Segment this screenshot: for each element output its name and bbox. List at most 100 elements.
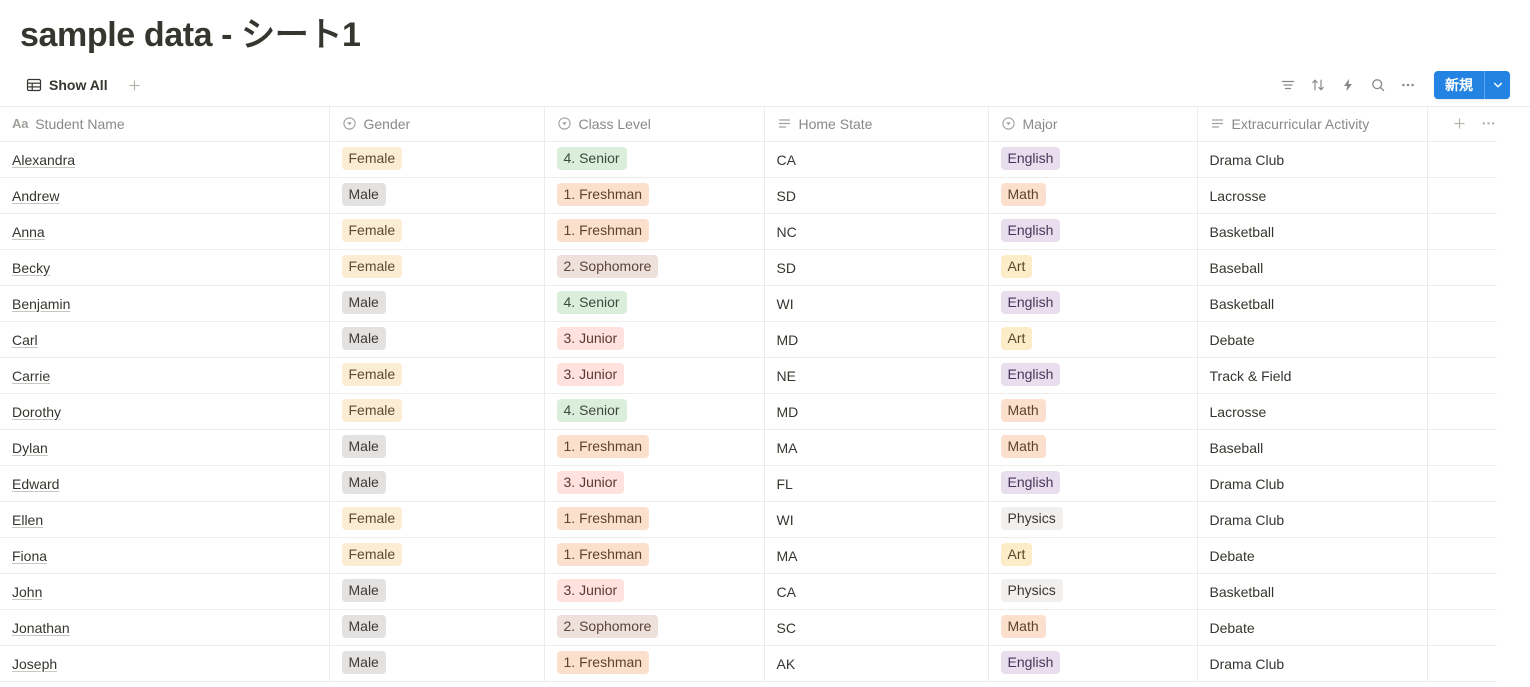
cell-class-level[interactable]: 4. Senior xyxy=(544,141,765,178)
table-row[interactable]: Anna Female 1. Freshman NC English Basketball xyxy=(0,213,1497,250)
row-title-link[interactable]: Benjamin xyxy=(12,296,70,312)
cell-gender[interactable]: Female xyxy=(329,141,545,178)
cell-class-level[interactable]: 3. Junior xyxy=(544,321,765,358)
cell-student-name[interactable]: Joseph xyxy=(0,645,330,682)
cell-major[interactable]: Math xyxy=(988,609,1198,646)
table-row[interactable]: Fiona Female 1. Freshman MA Art Debate xyxy=(0,537,1497,574)
table-row[interactable]: Edward Male 3. Junior FL English Drama Club xyxy=(0,465,1497,502)
cell-class-level[interactable]: 1. Freshman xyxy=(544,645,765,682)
row-title-link[interactable]: Joseph xyxy=(12,656,57,672)
cell-class-level[interactable]: 1. Freshman xyxy=(544,177,765,214)
cell-gender[interactable]: Female xyxy=(329,393,545,430)
cell-student-name[interactable]: Anna xyxy=(0,213,330,250)
add-column-button[interactable] xyxy=(1452,116,1467,131)
cell-home-state[interactable]: MA xyxy=(764,537,989,574)
table-row[interactable]: Ellen Female 1. Freshman WI Physics Drama Clu… xyxy=(0,501,1497,538)
column-header-home-state[interactable]: Home State xyxy=(764,106,989,142)
cell-gender[interactable]: Female xyxy=(329,249,545,286)
cell-student-name[interactable]: Ellen xyxy=(0,501,330,538)
row-title-link[interactable]: Carrie xyxy=(12,368,50,384)
row-title-link[interactable]: John xyxy=(12,584,42,600)
row-title-link[interactable]: Dylan xyxy=(12,440,48,456)
cell-student-name[interactable]: Edward xyxy=(0,465,330,502)
lightning-icon[interactable] xyxy=(1334,71,1362,99)
view-tab-show-all[interactable]: Show All xyxy=(20,70,114,100)
cell-home-state[interactable]: MD xyxy=(764,321,989,358)
cell-major[interactable]: Art xyxy=(988,537,1198,574)
cell-gender[interactable]: Female xyxy=(329,537,545,574)
cell-activity[interactable]: Drama Club xyxy=(1197,465,1428,502)
cell-home-state[interactable]: SD xyxy=(764,249,989,286)
cell-major[interactable]: Art xyxy=(988,249,1198,286)
cell-gender[interactable]: Male xyxy=(329,177,545,214)
table-row[interactable]: John Male 3. Junior CA Physics Basketball xyxy=(0,573,1497,610)
table-row[interactable]: Becky Female 2. Sophomore SD Art Baseball xyxy=(0,249,1497,286)
cell-student-name[interactable]: Andrew xyxy=(0,177,330,214)
cell-major[interactable]: English xyxy=(988,465,1198,502)
table-row[interactable]: Benjamin Male 4. Senior WI English Basketball xyxy=(0,285,1497,322)
cell-student-name[interactable]: Carrie xyxy=(0,357,330,394)
cell-home-state[interactable]: SD xyxy=(764,177,989,214)
row-title-link[interactable]: Becky xyxy=(12,260,50,276)
cell-home-state[interactable]: FL xyxy=(764,465,989,502)
cell-activity[interactable]: Debate xyxy=(1197,321,1428,358)
column-header-major[interactable]: Major xyxy=(988,106,1198,142)
row-title-link[interactable]: Carl xyxy=(12,332,38,348)
cell-student-name[interactable]: Becky xyxy=(0,249,330,286)
cell-activity[interactable]: Debate xyxy=(1197,537,1428,574)
cell-major[interactable]: English xyxy=(988,357,1198,394)
cell-home-state[interactable]: SC xyxy=(764,609,989,646)
cell-major[interactable]: English xyxy=(988,141,1198,178)
table-row[interactable]: Dylan Male 1. Freshman MA Math Baseball xyxy=(0,429,1497,466)
cell-gender[interactable]: Male xyxy=(329,573,545,610)
cell-student-name[interactable]: Benjamin xyxy=(0,285,330,322)
column-header-class-level[interactable]: Class Level xyxy=(544,106,765,142)
cell-home-state[interactable]: MD xyxy=(764,393,989,430)
cell-home-state[interactable]: NE xyxy=(764,357,989,394)
filter-icon[interactable] xyxy=(1274,71,1302,99)
cell-activity[interactable]: Baseball xyxy=(1197,249,1428,286)
cell-home-state[interactable]: CA xyxy=(764,141,989,178)
cell-home-state[interactable]: CA xyxy=(764,573,989,610)
cell-home-state[interactable]: AK xyxy=(764,645,989,682)
cell-major[interactable]: Physics xyxy=(988,501,1198,538)
search-icon[interactable] xyxy=(1364,71,1392,99)
column-header-extracurricular-activity[interactable]: Extracurricular Activity xyxy=(1197,106,1428,142)
cell-student-name[interactable]: Fiona xyxy=(0,537,330,574)
cell-class-level[interactable]: 1. Freshman xyxy=(544,537,765,574)
row-title-link[interactable]: Edward xyxy=(12,476,59,492)
cell-home-state[interactable]: MA xyxy=(764,429,989,466)
cell-major[interactable]: Math xyxy=(988,177,1198,214)
cell-class-level[interactable]: 4. Senior xyxy=(544,285,765,322)
row-title-link[interactable]: Alexandra xyxy=(12,152,75,168)
cell-major[interactable]: English xyxy=(988,645,1198,682)
row-title-link[interactable]: Jonathan xyxy=(12,620,70,636)
cell-class-level[interactable]: 2. Sophomore xyxy=(544,609,765,646)
row-title-link[interactable]: Andrew xyxy=(12,188,59,204)
row-title-link[interactable]: Dorothy xyxy=(12,404,61,420)
cell-activity[interactable]: Basketball xyxy=(1197,285,1428,322)
cell-major[interactable]: English xyxy=(988,285,1198,322)
sort-icon[interactable] xyxy=(1304,71,1332,99)
cell-home-state[interactable]: WI xyxy=(764,285,989,322)
table-row[interactable]: Jonathan Male 2. Sophomore SC Math Debate xyxy=(0,609,1497,646)
cell-major[interactable]: English xyxy=(988,213,1198,250)
cell-major[interactable]: Math xyxy=(988,429,1198,466)
cell-gender[interactable]: Female xyxy=(329,357,545,394)
table-row[interactable]: Joseph Male 1. Freshman AK English Drama Club xyxy=(0,645,1497,682)
cell-class-level[interactable]: 2. Sophomore xyxy=(544,249,765,286)
table-row[interactable]: Alexandra Female 4. Senior CA English Drama C… xyxy=(0,141,1497,178)
table-row[interactable]: Dorothy Female 4. Senior MD Math Lacrosse xyxy=(0,393,1497,430)
cell-class-level[interactable]: 3. Junior xyxy=(544,357,765,394)
cell-major[interactable]: Art xyxy=(988,321,1198,358)
cell-class-level[interactable]: 1. Freshman xyxy=(544,429,765,466)
column-header-gender[interactable]: Gender xyxy=(329,106,545,142)
cell-activity[interactable]: Basketball xyxy=(1197,573,1428,610)
cell-student-name[interactable]: Jonathan xyxy=(0,609,330,646)
cell-gender[interactable]: Male xyxy=(329,609,545,646)
cell-student-name[interactable]: Dorothy xyxy=(0,393,330,430)
cell-gender[interactable]: Male xyxy=(329,429,545,466)
row-title-link[interactable]: Fiona xyxy=(12,548,47,564)
cell-student-name[interactable]: Dylan xyxy=(0,429,330,466)
cell-activity[interactable]: Lacrosse xyxy=(1197,177,1428,214)
